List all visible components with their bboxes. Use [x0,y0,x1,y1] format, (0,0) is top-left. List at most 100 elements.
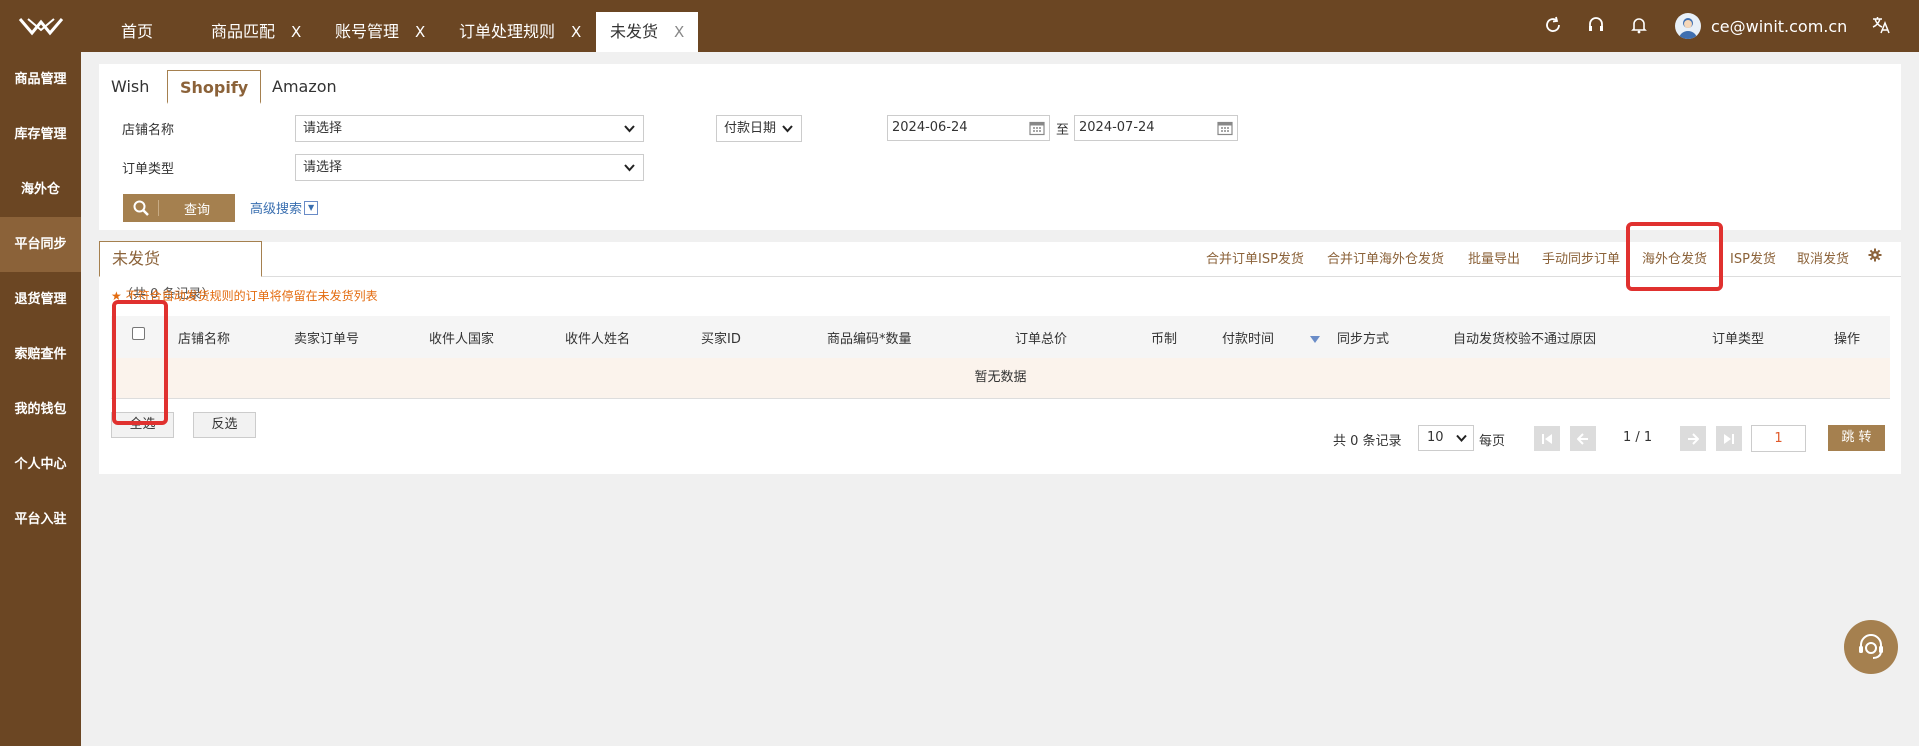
advanced-search-link[interactable]: 高级搜索 ▼ [250,198,319,217]
cancel-ship-button[interactable]: 取消发货 [1797,248,1849,267]
search-panel: Wish Shopify Amazon [99,64,1901,230]
prev-page-icon[interactable] [1570,426,1596,451]
user-email: ce@winit.com.cn [1711,16,1848,36]
sidebar-item-onboarding[interactable]: 平台入驻 [0,492,81,547]
sidebar-item-returns[interactable]: 退货管理 [0,272,81,327]
sort-desc-icon[interactable] [1310,336,1320,343]
chevron-down-icon [624,155,635,189]
merge-overseas-button[interactable]: 合并订单海外仓发货 [1327,248,1444,267]
date-from-value: 2024-06-24 [892,120,968,135]
calendar-icon[interactable] [1029,120,1045,136]
column-header: 收件人国家 [429,332,495,347]
tab-label: 首页 [121,22,154,41]
column-header: 买家ID [701,332,741,347]
tab-amazon[interactable]: Amazon [260,70,349,104]
page-size-value: 10 [1427,430,1444,445]
chevron-down-icon [624,116,635,150]
tab-account-management[interactable]: 账号管理 X [321,12,439,52]
column-header: 币制 [1151,332,1178,347]
order-type-label: 订单类型 [122,162,175,177]
merge-isp-button[interactable]: 合并订单ISP发货 [1206,248,1304,267]
date-from-input[interactable]: 2024-06-24 [887,115,1050,141]
tab-shopify[interactable]: Shopify [167,70,262,104]
bell-icon[interactable] [1628,14,1650,36]
jump-button[interactable]: 跳 转 [1828,425,1885,451]
date-type-select[interactable]: 付款日期 [716,115,802,142]
sidebar-item-platform-sync[interactable]: 平台同步 [0,217,81,272]
bulk-export-button[interactable]: 批量导出 [1468,248,1520,267]
query-button-label: 查询 [183,202,210,218]
column-header: 订单类型 [1712,332,1765,347]
tab-order-rules[interactable]: 订单处理规则 X [445,12,595,52]
user-menu[interactable]: ce@winit.com.cn [1675,13,1847,39]
sidebar: 商品管理 库存管理 海外仓 平台同步 退货管理 索赔查件 我的钱包 个人中心 平… [0,52,81,746]
tab-unshipped[interactable]: 未发货 X [596,12,699,52]
search-icon [123,200,159,216]
tab-label: 未发货 [610,22,659,41]
top-bar: 首页 商品匹配 X 账号管理 X 订单处理规则 X 未发货 X ce@winit.com… [0,0,1919,52]
tab-label: 订单处理规则 [459,22,556,41]
sidebar-item-products[interactable]: 商品管理 [0,52,81,107]
order-type-select-value: 请选择 [303,160,343,175]
table-header: 店铺名称 卖家订单号 收件人国家 收件人姓名 买家ID 商品编码*数量 订单总价… [111,316,1890,358]
page-indicator: 1 / 1 [1623,430,1653,445]
shop-select[interactable]: 请选择 [295,115,644,142]
headset-icon[interactable] [1585,14,1607,36]
page-number-input[interactable]: 1 [1751,425,1806,452]
tab-product-match[interactable]: 商品匹配 X [197,12,315,52]
date-range-separator: 至 [1056,123,1070,138]
date-to-input[interactable]: 2024-07-24 [1074,115,1238,141]
tab-label: 商品匹配 [211,22,276,41]
column-header: 订单总价 [1015,332,1068,347]
total-records: 共 0 条记录 [1333,434,1402,449]
order-type-select[interactable]: 请选择 [295,154,644,181]
next-page-icon[interactable] [1680,426,1706,451]
per-page-label: 每页 [1479,434,1506,449]
sidebar-item-claims[interactable]: 索赔查件 [0,327,81,382]
column-header: 卖家订单号 [294,332,360,347]
highlight-checkbox-column [112,300,168,425]
sidebar-item-profile[interactable]: 个人中心 [0,437,81,492]
column-header: 店铺名称 [178,332,231,347]
calendar-icon[interactable] [1217,120,1233,136]
shop-label: 店铺名称 [122,123,175,138]
query-button[interactable]: 查询 [123,194,235,222]
highlight-overseas-ship [1626,222,1723,291]
translate-icon[interactable] [1870,14,1892,36]
chevron-down-icon [1456,426,1467,459]
date-type-value: 付款日期 [724,121,777,136]
chevron-down-icon [782,116,793,150]
tab-wish[interactable]: Wish [99,70,161,104]
sidebar-item-inventory[interactable]: 库存管理 [0,107,81,162]
section-title: 未发货 [112,249,161,268]
tab-label: 账号管理 [335,22,400,41]
close-icon[interactable]: X [674,23,684,41]
page-size-select[interactable]: 10 [1418,425,1474,451]
caret-down-icon: ▼ [304,200,319,215]
close-icon[interactable]: X [291,23,301,41]
invert-selection-button[interactable]: 反选 [193,412,256,438]
close-icon[interactable]: X [415,23,425,41]
column-header-sortable[interactable]: 付款时间 [1222,328,1274,347]
first-page-icon[interactable] [1534,426,1560,451]
refresh-icon[interactable] [1542,14,1564,36]
close-icon[interactable]: X [571,23,581,41]
tab-home[interactable]: 首页 [107,12,167,52]
empty-table-row: 暂无数据 [111,358,1890,399]
sidebar-item-overseas-warehouse[interactable]: 海外仓 [0,162,81,217]
sidebar-item-wallet[interactable]: 我的钱包 [0,382,81,437]
avatar [1675,13,1701,39]
logo-icon[interactable] [0,0,81,52]
column-header: 自动发货校验不通过原因 [1453,332,1597,347]
manual-sync-button[interactable]: 手动同步订单 [1542,248,1620,267]
advanced-search-label: 高级搜索 [250,202,303,217]
date-to-value: 2024-07-24 [1079,120,1155,135]
tab-unshipped-section[interactable]: 未发货（共 0 条记录） [99,241,262,302]
column-header: 收件人姓名 [565,332,631,347]
gear-icon[interactable] [1868,248,1882,266]
shop-select-value: 请选择 [303,121,343,136]
customer-service-button[interactable] [1844,620,1898,674]
last-page-icon[interactable] [1716,426,1742,451]
column-header: 操作 [1834,332,1861,347]
isp-ship-button[interactable]: ISP发货 [1730,248,1776,267]
